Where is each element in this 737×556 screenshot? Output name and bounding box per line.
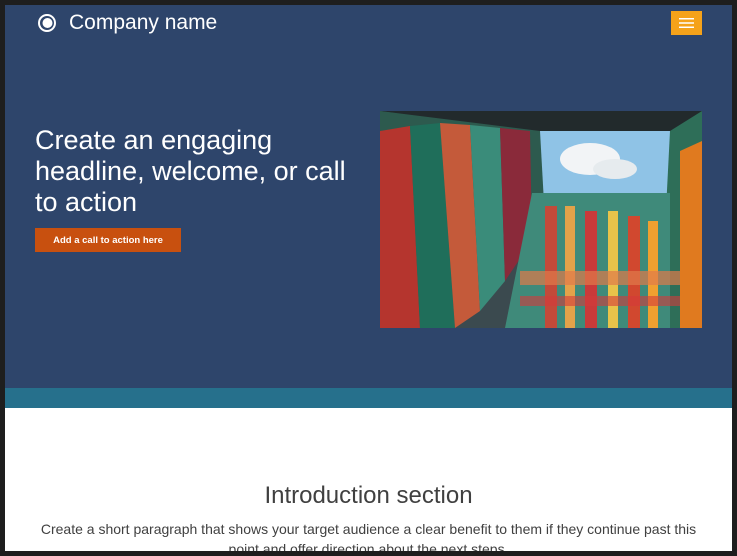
- circle-logo-icon: [37, 13, 57, 33]
- hamburger-menu-button[interactable]: [671, 11, 702, 35]
- hamburger-menu-icon: [679, 18, 694, 28]
- intro-paragraph: Create a short paragraph that shows your…: [40, 521, 697, 551]
- hero-headline: Create an engaging headline, welcome, or…: [35, 125, 346, 217]
- company-name: Company name: [69, 11, 218, 34]
- intro-title: Introduction section: [264, 482, 473, 509]
- call-to-action-button[interactable]: Add a call to action here: [35, 228, 181, 252]
- accent-stripe: [5, 388, 732, 408]
- hero-header: Company name Create an engaging headline…: [5, 5, 732, 388]
- hero-image: [380, 111, 702, 328]
- page-frame: Company name Create an engaging headline…: [5, 5, 732, 551]
- brand[interactable]: Company name: [37, 11, 217, 35]
